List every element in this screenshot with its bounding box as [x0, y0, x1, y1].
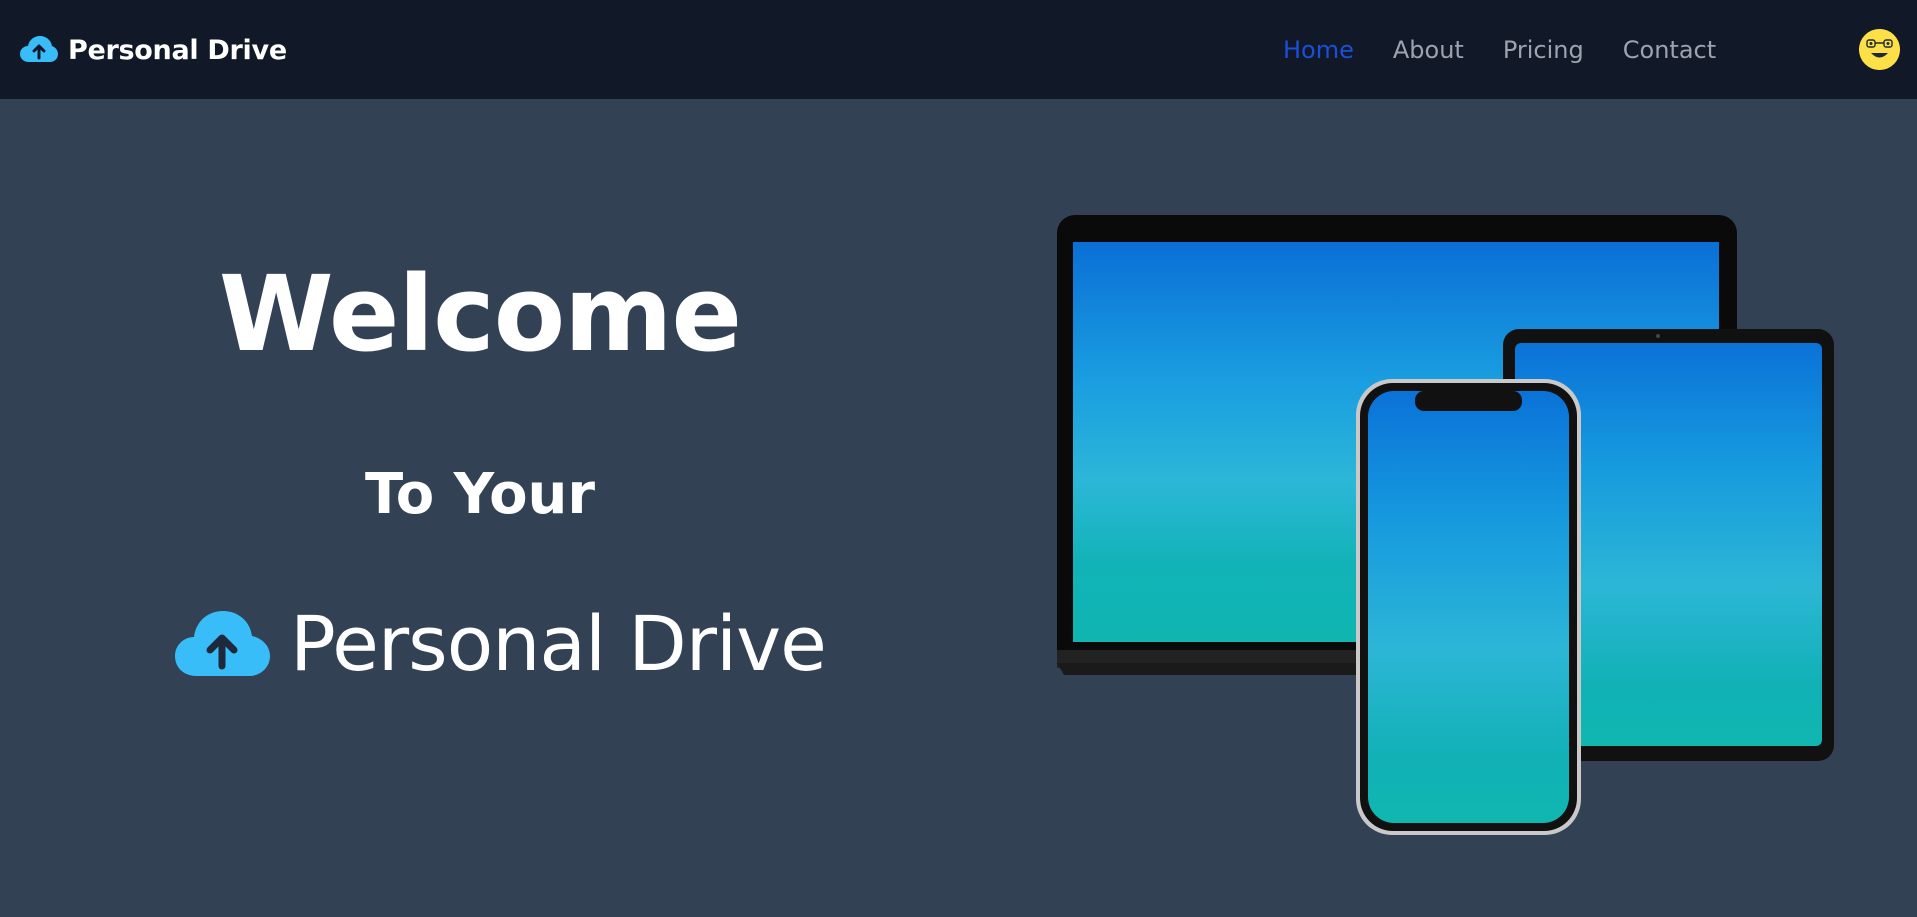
nav-link-home[interactable]: Home: [1283, 36, 1354, 64]
cloud-upload-icon: [20, 35, 58, 65]
user-avatar[interactable]: [1859, 29, 1900, 70]
brand-name: Personal Drive: [68, 34, 287, 66]
hero-section: Welcome To Your Personal Drive: [80, 99, 880, 917]
nav-link-about[interactable]: About: [1393, 36, 1464, 64]
nav-links: Home About Pricing Contact: [1283, 30, 1755, 70]
nav-link-pricing[interactable]: Pricing: [1503, 36, 1584, 64]
hero-brand-name: Personal Drive: [290, 599, 827, 688]
hero-title: Welcome: [218, 253, 742, 375]
cloud-upload-icon: [175, 609, 270, 679]
brand-home-link[interactable]: Personal Drive: [20, 30, 287, 70]
top-navbar: Personal Drive Home About Pricing Contac…: [0, 0, 1917, 99]
nav-link-contact[interactable]: Contact: [1623, 36, 1716, 64]
hero-brand: Personal Drive: [175, 599, 827, 689]
user-avatar-icon: [1859, 29, 1900, 70]
devices-mockup-image: [1050, 205, 1850, 845]
hero-subtitle: To Your: [364, 462, 596, 527]
